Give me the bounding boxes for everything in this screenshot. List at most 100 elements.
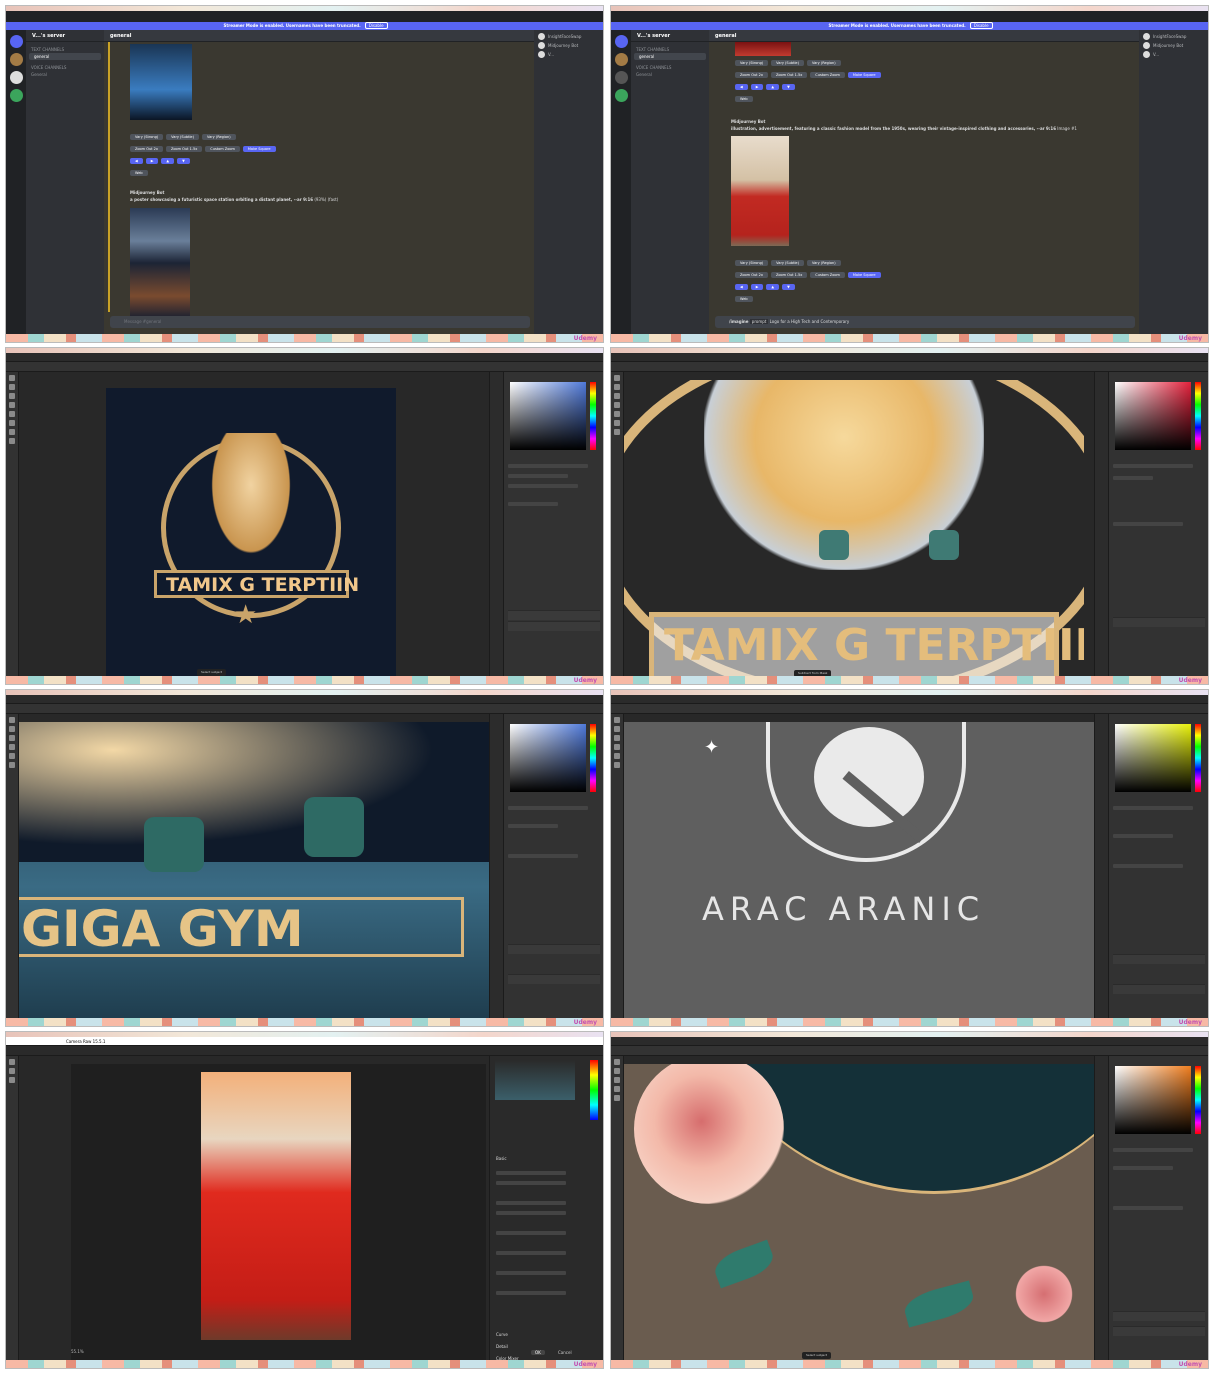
menu-bar[interactable] — [611, 353, 1208, 362]
vary-strong-button[interactable]: Vary (Strong) — [735, 260, 769, 266]
menu-bar[interactable] — [611, 1037, 1208, 1046]
type-tool-icon[interactable] — [614, 762, 620, 768]
hue-slider[interactable] — [1195, 724, 1201, 792]
server-icon[interactable] — [9, 35, 23, 48]
voice-channel[interactable]: General — [26, 71, 104, 78]
text-channels-label[interactable]: TEXT CHANNELS — [631, 46, 709, 53]
text-channels-label[interactable]: TEXT CHANNELS — [26, 46, 104, 53]
brush-tool-icon[interactable] — [9, 753, 15, 759]
brush-tool-icon[interactable] — [614, 411, 620, 417]
zoom-out-2x-button[interactable]: Zoom Out 2x — [735, 272, 768, 278]
vary-region-button[interactable]: Vary (Region) — [806, 60, 841, 66]
contextual-taskbar[interactable]: Select subject — [802, 1352, 832, 1359]
custom-zoom-button[interactable]: Custom Zoom — [205, 146, 240, 152]
move-tool-icon[interactable] — [614, 375, 620, 381]
brush-tool-icon[interactable] — [614, 1086, 620, 1092]
arrow-left-icon[interactable]: ◀ — [130, 158, 143, 164]
arrow-down-icon[interactable]: ▼ — [782, 84, 795, 90]
ok-button[interactable]: OK — [531, 1350, 545, 1355]
arrow-up-icon[interactable]: ▲ — [766, 84, 780, 90]
server-name[interactable]: V...'s server — [631, 30, 709, 42]
fashion-image[interactable] — [731, 136, 789, 246]
layer-row[interactable] — [508, 610, 600, 620]
layer-row[interactable] — [1113, 954, 1205, 964]
hand-tool-icon[interactable] — [9, 438, 15, 444]
lasso-tool-icon[interactable] — [614, 735, 620, 741]
lasso-tool-icon[interactable] — [614, 393, 620, 399]
explore-icon[interactable] — [614, 89, 628, 102]
arrow-right-icon[interactable]: ▶ — [750, 284, 764, 290]
color-picker[interactable] — [1115, 724, 1191, 792]
disable-button[interactable]: Disable — [969, 22, 993, 29]
previous-image[interactable] — [735, 42, 791, 56]
layer-row[interactable] — [508, 974, 600, 984]
eraser-tool-icon[interactable] — [9, 420, 15, 426]
move-tool-icon[interactable] — [614, 1059, 620, 1065]
arrow-left-icon[interactable]: ◀ — [735, 284, 748, 290]
command-input[interactable]: /imagine prompt Logo for a High Tech and… — [715, 316, 1135, 328]
vary-subtle-button[interactable]: Vary (Subtle) — [771, 60, 804, 66]
lasso-tool-icon[interactable] — [614, 1077, 620, 1083]
slider-row[interactable] — [496, 1251, 566, 1255]
layer-row[interactable] — [508, 621, 600, 631]
explore-icon[interactable] — [9, 89, 23, 102]
crop-tool-icon[interactable] — [614, 744, 620, 750]
arrow-right-icon[interactable]: ▶ — [145, 158, 159, 164]
voice-channel[interactable]: General — [631, 71, 709, 78]
marquee-tool-icon[interactable] — [614, 1068, 620, 1074]
zoom-out-2x-button[interactable]: Zoom Out 2x — [735, 72, 768, 78]
color-picker[interactable] — [510, 724, 586, 792]
options-bar[interactable] — [611, 704, 1208, 714]
canvas-area[interactable]: ✦ ARAC ARANIC — [624, 722, 1094, 1022]
zoom-out-1-5x-button[interactable]: Zoom Out 1.5x — [770, 272, 808, 278]
message-input[interactable]: Message #general — [110, 316, 530, 328]
vary-subtle-button[interactable]: Vary (Subtle) — [771, 260, 804, 266]
make-square-button[interactable]: Make Square — [847, 72, 881, 78]
move-tool-icon[interactable] — [9, 375, 15, 381]
eraser-tool-icon[interactable] — [9, 762, 15, 768]
hue-slider[interactable] — [1195, 382, 1201, 450]
layer-row[interactable] — [1113, 617, 1205, 627]
menu-bar[interactable] — [611, 695, 1208, 704]
vary-region-button[interactable]: Vary (Region) — [806, 260, 841, 266]
brush-tool-icon[interactable] — [9, 411, 15, 417]
move-tool-icon[interactable] — [9, 1059, 15, 1065]
server-avatar[interactable] — [614, 71, 628, 84]
member-item[interactable]: V... — [534, 48, 603, 58]
server-avatar[interactable] — [9, 71, 23, 84]
eraser-tool-icon[interactable] — [614, 1095, 620, 1101]
hue-slider[interactable] — [1195, 1066, 1201, 1134]
hue-slider[interactable] — [590, 724, 596, 792]
options-bar[interactable] — [6, 704, 603, 714]
zoom-out-2x-button[interactable]: Zoom Out 2x — [130, 146, 163, 152]
canvas-area[interactable]: Select subject — [624, 1064, 1094, 1364]
custom-zoom-button[interactable]: Custom Zoom — [810, 272, 845, 278]
slider-row[interactable] — [496, 1211, 566, 1215]
member-item[interactable]: V... — [1139, 48, 1208, 58]
disable-button[interactable]: Disable — [364, 22, 388, 29]
marquee-tool-icon[interactable] — [9, 1068, 15, 1074]
member-item[interactable]: Midjourney Bot — [534, 39, 603, 49]
arrow-left-icon[interactable]: ◀ — [735, 84, 748, 90]
type-tool-icon[interactable] — [614, 429, 620, 435]
generating-image[interactable] — [130, 208, 190, 318]
lasso-tool-icon[interactable] — [9, 393, 15, 399]
canvas-area[interactable]: TAMIX G TERPTIIN Subtract from Mask — [624, 380, 1084, 680]
server-avatar[interactable] — [614, 53, 628, 66]
zoom-out-1-5x-button[interactable]: Zoom Out 1.5x — [165, 146, 203, 152]
channel-general[interactable]: general — [634, 53, 706, 60]
crop-tool-icon[interactable] — [9, 744, 15, 750]
brush-tool-icon[interactable] — [9, 1077, 15, 1083]
menu-bar[interactable] — [6, 353, 603, 362]
arrow-right-icon[interactable]: ▶ — [750, 84, 764, 90]
generated-image[interactable] — [130, 44, 192, 120]
slider-row[interactable] — [496, 1181, 566, 1185]
layer-row[interactable] — [1113, 1311, 1205, 1321]
contextual-taskbar[interactable]: Select subject — [197, 669, 227, 676]
vary-strong-button[interactable]: Vary (Strong) — [130, 134, 164, 140]
make-square-button[interactable]: Make Square — [242, 146, 276, 152]
server-icon[interactable] — [614, 35, 628, 48]
arrow-down-icon[interactable]: ▼ — [782, 284, 795, 290]
zoom-out-1-5x-button[interactable]: Zoom Out 1.5x — [770, 72, 808, 78]
web-button[interactable]: Web — [735, 296, 753, 302]
